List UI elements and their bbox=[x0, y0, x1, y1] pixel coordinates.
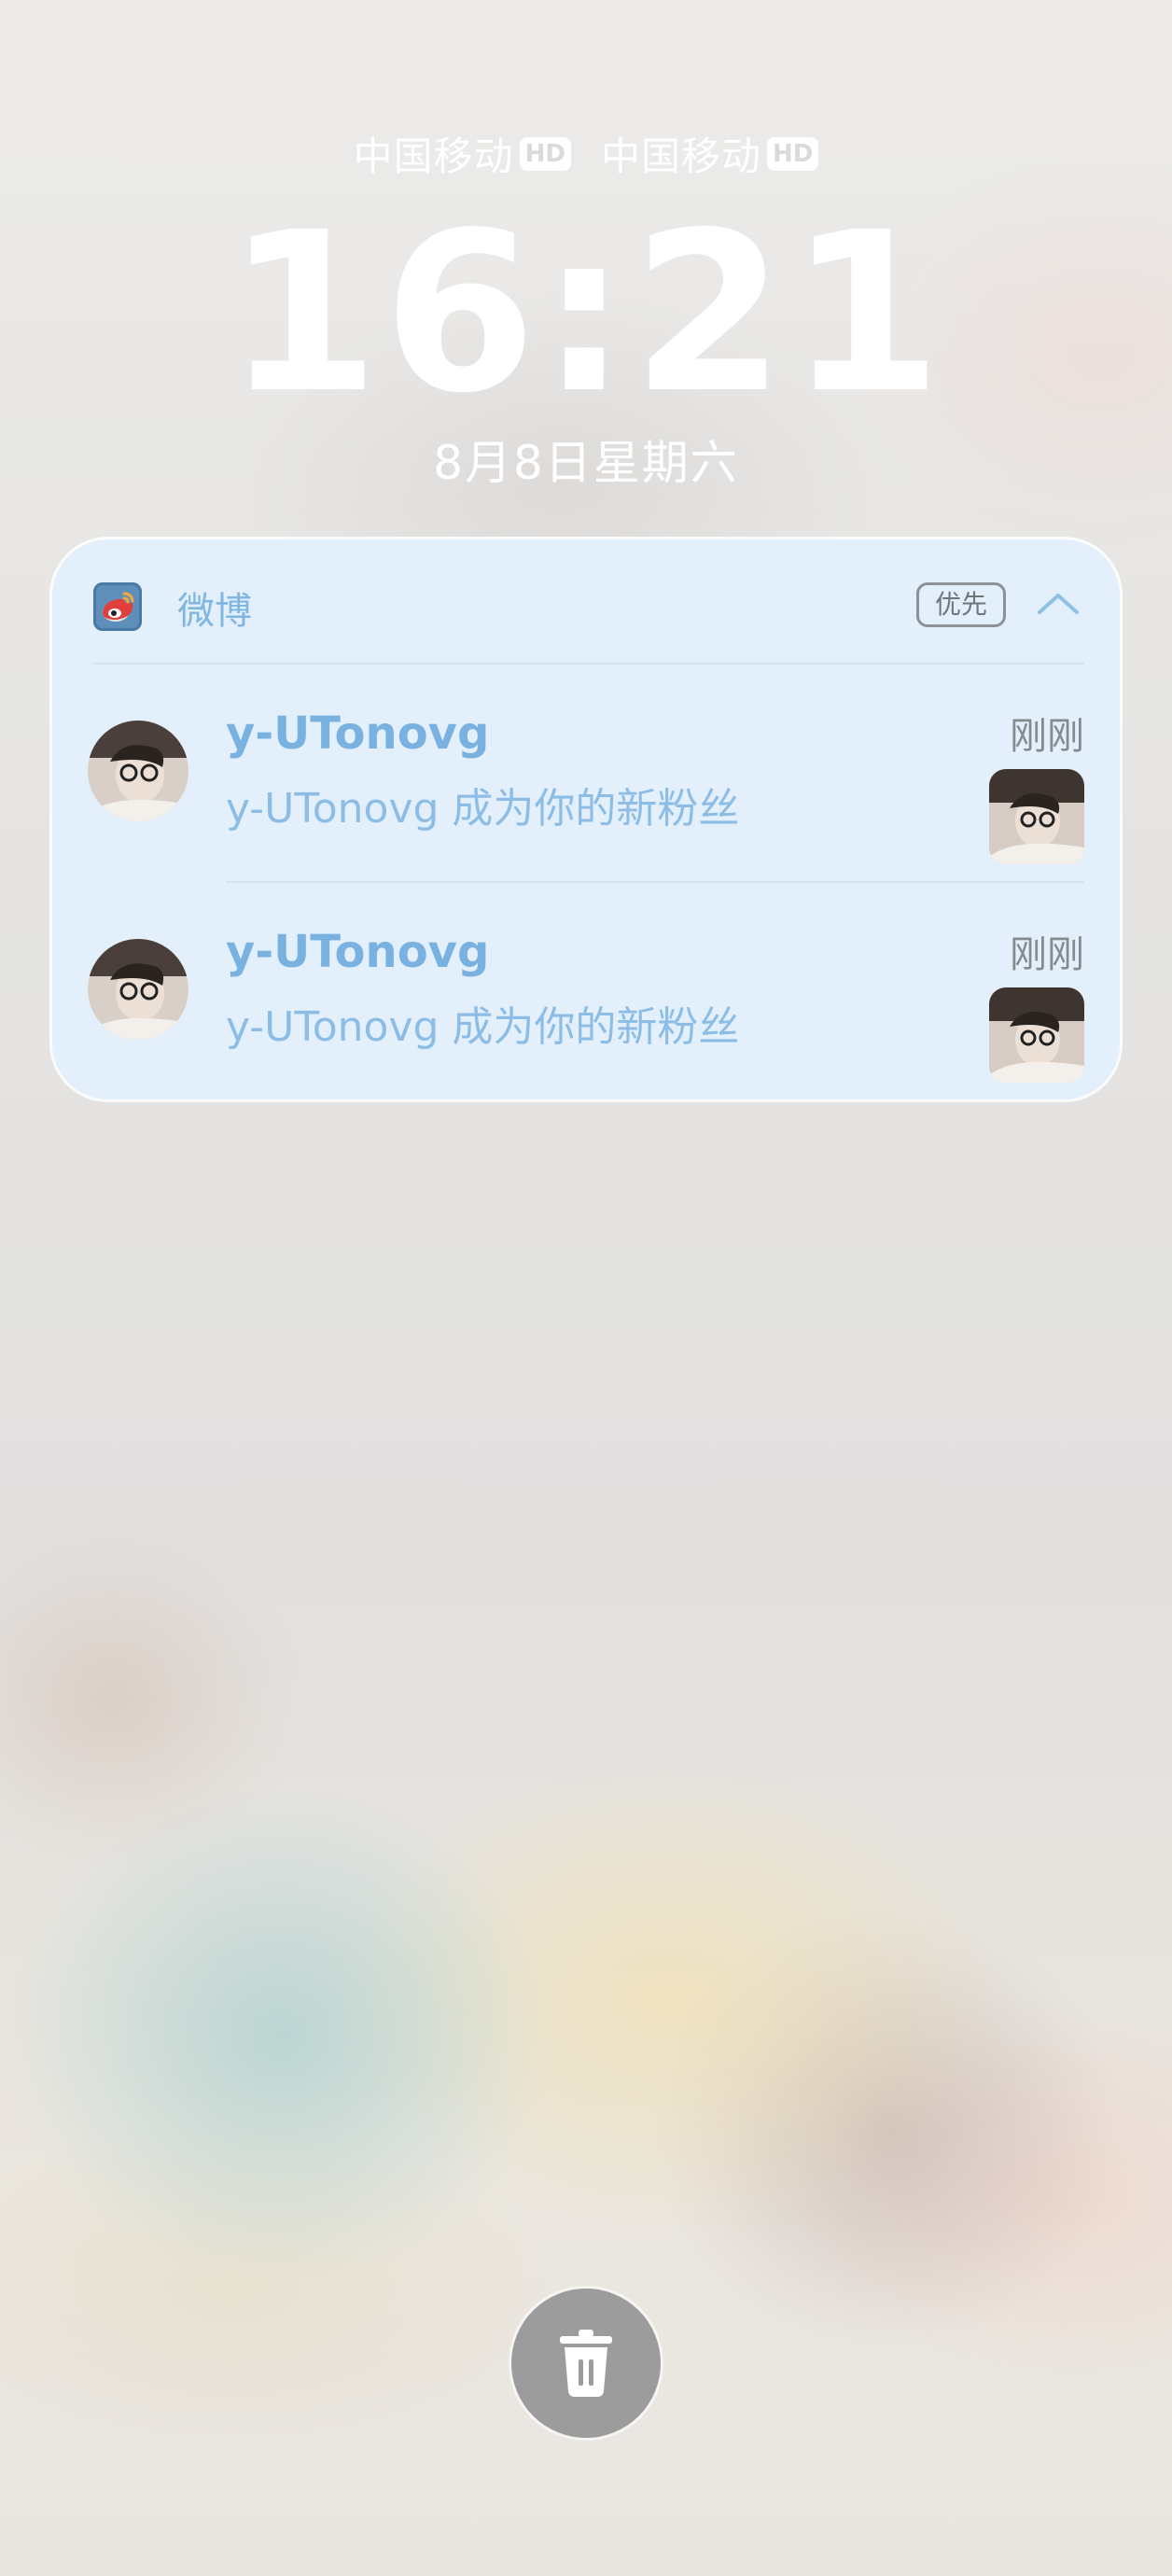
notification-body: y-UTonovg 成为你的新粉丝 bbox=[226, 785, 740, 833]
weibo-icon bbox=[93, 582, 142, 631]
avatar bbox=[88, 939, 188, 1040]
carrier-1: 中国移动 HD bbox=[354, 125, 571, 182]
clear-notifications-button[interactable] bbox=[511, 2289, 661, 2438]
notification-header[interactable]: 微博 优先 bbox=[52, 539, 1120, 665]
lockscreen-clock: 16:21 bbox=[226, 185, 946, 441]
carrier-name: 中国移动 bbox=[601, 133, 762, 179]
priority-badge: 优先 bbox=[916, 582, 1006, 627]
notification-time: 刚刚 bbox=[1010, 715, 1084, 758]
carrier-name: 中国移动 bbox=[353, 133, 514, 179]
notification-item[interactable]: y-UTonovg y-UTonovg 成为你的新粉丝 刚刚 bbox=[52, 665, 1120, 883]
hd-badge: HD bbox=[767, 136, 819, 171]
notification-title: y-UTonovg bbox=[226, 707, 490, 760]
notification-time: 刚刚 bbox=[1010, 933, 1084, 976]
avatar bbox=[88, 721, 188, 821]
carrier-2: 中国移动 HD bbox=[601, 125, 819, 182]
notification-item[interactable]: y-UTonovg y-UTonovg 成为你的新粉丝 刚刚 bbox=[52, 883, 1120, 1101]
chevron-up-icon[interactable] bbox=[1032, 579, 1084, 631]
trash-icon bbox=[560, 2330, 612, 2397]
app-name: 微博 bbox=[177, 590, 252, 633]
notification-group[interactable]: 微博 优先 y-UTonovg y-UTonovg 成为你的新粉丝 刚刚 y-U… bbox=[52, 539, 1120, 1099]
notification-thumbnail bbox=[989, 987, 1084, 1083]
hd-badge: HD bbox=[519, 136, 571, 171]
carrier-status: 中国移动 HD 中国移动 HD bbox=[0, 125, 1172, 182]
notification-body: y-UTonovg 成为你的新粉丝 bbox=[226, 1003, 740, 1051]
notification-thumbnail bbox=[989, 769, 1084, 864]
notification-title: y-UTonovg bbox=[226, 926, 490, 978]
lockscreen-date: 8月8日星期六 bbox=[433, 436, 739, 490]
